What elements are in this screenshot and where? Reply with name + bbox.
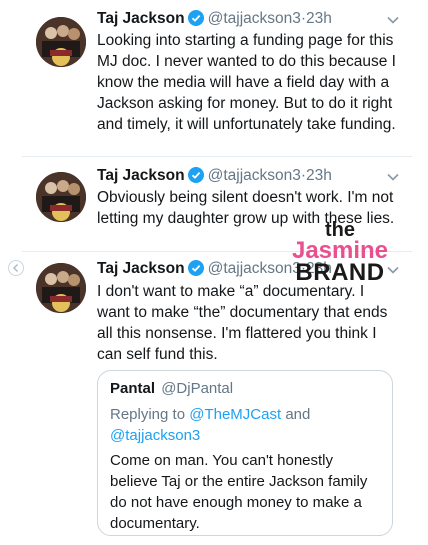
author-handle[interactable]: @tajjackson3: [208, 167, 301, 184]
chevron-down-icon[interactable]: [386, 13, 400, 27]
chevron-down-icon[interactable]: [386, 170, 400, 184]
tweet-header: Taj Jackson @tajjackson3·23h: [97, 165, 332, 187]
watermark-line-3: BRAND: [295, 259, 385, 286]
quoted-author-name: Pantal: [110, 380, 156, 397]
watermark-logo: the Jasmine BRAND: [280, 220, 400, 286]
mention-link[interactable]: @tajjackson3: [110, 427, 200, 444]
replying-to: Replying to @TheMJCast and @tajjackson3: [110, 404, 380, 446]
mention-link[interactable]: @TheMJCast: [189, 406, 281, 423]
replying-to-and: and: [285, 406, 311, 423]
thread-connector-icon: [8, 260, 24, 276]
avatar[interactable]: [36, 263, 86, 313]
avatar-image: [36, 17, 86, 67]
avatar[interactable]: [36, 17, 86, 67]
avatar-image: [36, 263, 86, 313]
quoted-tweet-text: Come on man. You can't honestly believe …: [110, 452, 368, 532]
tweet-text: I don't want to make “a” documentary. I …: [97, 283, 388, 363]
avatar-image: [36, 172, 86, 222]
tweet-header: Taj Jackson @tajjackson3·23h: [97, 8, 332, 30]
author-name[interactable]: Taj Jackson: [97, 167, 185, 184]
quoted-tweet[interactable]: Pantal @DjPantal Replying to @TheMJCast …: [97, 370, 393, 536]
author-handle[interactable]: @tajjackson3: [208, 10, 301, 27]
author-name[interactable]: Taj Jackson: [97, 10, 185, 27]
replying-to-prefix: Replying to: [110, 406, 186, 423]
quoted-author: Pantal @DjPantal: [110, 380, 233, 397]
verified-badge-icon: [187, 260, 204, 283]
quoted-author-handle: @DjPantal: [161, 380, 234, 397]
author-name[interactable]: Taj Jackson: [97, 260, 185, 277]
tweet-timestamp[interactable]: 23h: [306, 10, 332, 27]
tweet-timestamp[interactable]: 23h: [306, 167, 332, 184]
tweet-1[interactable]: Taj Jackson @tajjackson3·23h Looking into…: [0, 0, 428, 152]
tweet-text: Looking into starting a funding page for…: [97, 32, 396, 133]
avatar[interactable]: [36, 172, 86, 222]
